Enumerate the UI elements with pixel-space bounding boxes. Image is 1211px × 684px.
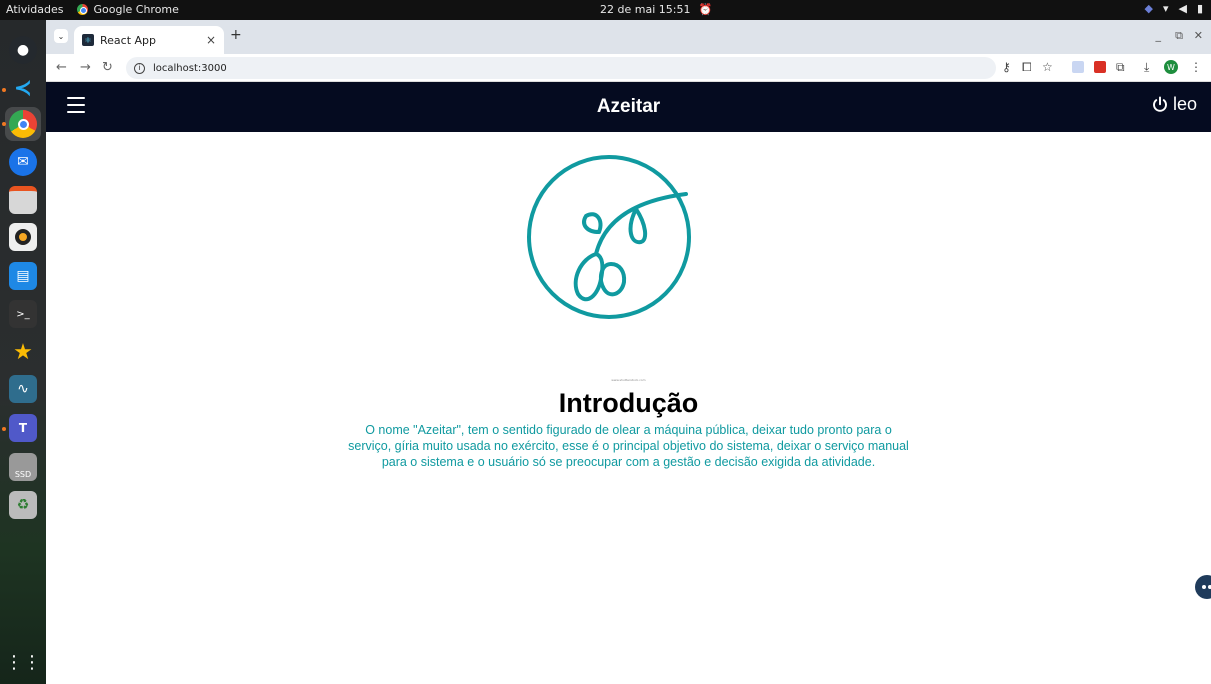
chrome-icon[interactable] xyxy=(9,110,37,138)
download-icon[interactable]: ⤓ xyxy=(1144,60,1149,75)
system-top-bar: Atividades Google Chrome 22 de mai 15:51… xyxy=(0,0,1211,20)
clock-button[interactable]: 22 de mai 15:51 ⏰ xyxy=(600,3,712,16)
vscode-icon[interactable]: ≺ xyxy=(9,74,37,102)
cast-icon[interactable]: ⧠ xyxy=(1022,60,1032,75)
close-window-button[interactable]: ✕ xyxy=(1194,29,1203,42)
active-app-name: Google Chrome xyxy=(93,3,179,16)
dolphin-icon[interactable]: ∿ xyxy=(9,375,37,403)
chrome-icon xyxy=(77,4,89,15)
chat-widget-button[interactable] xyxy=(1195,575,1211,599)
active-app-menu[interactable]: Google Chrome xyxy=(77,3,179,16)
back-button[interactable]: ← xyxy=(56,60,67,75)
tab-react-app[interactable]: ⚛ React App × xyxy=(74,26,224,54)
web-page: Azeitar leo www.shutterstock.com Introdu… xyxy=(46,82,1211,684)
tray-app-icon[interactable]: ◆ xyxy=(1144,2,1152,15)
minimize-button[interactable]: _ xyxy=(1156,29,1162,42)
extensions-puzzle-icon[interactable]: ⧉ xyxy=(1116,60,1125,75)
tab-strip: ⌄ ⚛ React App × + _ ⧉ ✕ xyxy=(46,20,1211,54)
tab-search-button[interactable]: ⌄ xyxy=(54,29,68,43)
intro-paragraph: O nome "Azeitar", tem o sentido figurado… xyxy=(348,423,909,469)
bookmark-star-icon[interactable]: ☆ xyxy=(1042,60,1053,74)
running-indicator xyxy=(2,122,6,126)
star-icon[interactable]: ★ xyxy=(9,338,37,366)
new-tab-button[interactable]: + xyxy=(230,27,242,43)
dock: ● ≺ ✉ ▤ >_ ★ ∿ T SSD ♻ ⋮⋮ xyxy=(0,20,46,684)
restore-button[interactable]: ⧉ xyxy=(1175,29,1183,43)
volume-icon[interactable]: ◀ xyxy=(1178,2,1186,15)
document-icon[interactable]: ▤ xyxy=(9,262,37,290)
app-header: Azeitar leo xyxy=(46,82,1211,132)
olive-branch-logo xyxy=(527,155,691,319)
power-icon xyxy=(1153,96,1167,112)
forward-button[interactable]: → xyxy=(80,60,91,75)
reload-button[interactable]: ↻ xyxy=(102,60,113,75)
teams-icon[interactable]: T xyxy=(9,414,37,442)
extension-red-icon[interactable] xyxy=(1094,61,1106,73)
github-icon[interactable]: ● xyxy=(9,36,37,64)
close-tab-icon[interactable]: × xyxy=(206,33,216,47)
url-text: localhost:3000 xyxy=(153,62,227,74)
intro-heading: Introdução xyxy=(558,388,699,418)
clock-text: 22 de mai 15:51 xyxy=(600,3,691,16)
wifi-icon[interactable]: ▾ xyxy=(1163,2,1169,15)
address-bar[interactable]: i localhost:3000 xyxy=(126,57,996,79)
app-title: Azeitar xyxy=(596,96,661,117)
activities-button[interactable]: Atividades xyxy=(6,3,63,16)
site-info-icon[interactable]: i xyxy=(134,62,145,74)
terminal-icon[interactable]: >_ xyxy=(9,300,37,328)
chrome-window: ⌄ ⚛ React App × + _ ⧉ ✕ ← → ↻ i localhos… xyxy=(46,20,1211,684)
speaker-icon[interactable] xyxy=(9,223,37,251)
running-indicator xyxy=(2,88,6,92)
toolbar: ← → ↻ i localhost:3000 ⚷ ⧠ ☆ ⧉ ⤓ W ⋮ xyxy=(46,54,1211,82)
show-apps-icon[interactable]: ⋮⋮ xyxy=(5,648,41,676)
folder-icon[interactable] xyxy=(9,186,37,214)
alarm-icon: ⏰ xyxy=(698,3,713,16)
user-name: leo xyxy=(1172,94,1197,114)
password-key-icon[interactable]: ⚷ xyxy=(1002,60,1011,74)
chrome-menu-icon[interactable]: ⋮ xyxy=(1190,60,1202,74)
thunderbird-icon[interactable]: ✉ xyxy=(9,148,37,176)
battery-icon[interactable]: ▮ xyxy=(1197,2,1203,15)
logo-watermark: www.shutterstock.com xyxy=(611,378,646,382)
tab-title: React App xyxy=(100,33,157,47)
drive-icon[interactable]: SSD xyxy=(9,453,37,481)
extension-b-icon[interactable] xyxy=(1072,61,1084,73)
profile-avatar[interactable]: W xyxy=(1164,60,1178,74)
running-indicator xyxy=(2,427,6,431)
logout-button[interactable]: leo xyxy=(1151,94,1197,115)
drive-label: SSD xyxy=(14,470,32,479)
trash-icon[interactable]: ♻ xyxy=(9,491,37,519)
react-icon: ⚛ xyxy=(82,34,94,46)
